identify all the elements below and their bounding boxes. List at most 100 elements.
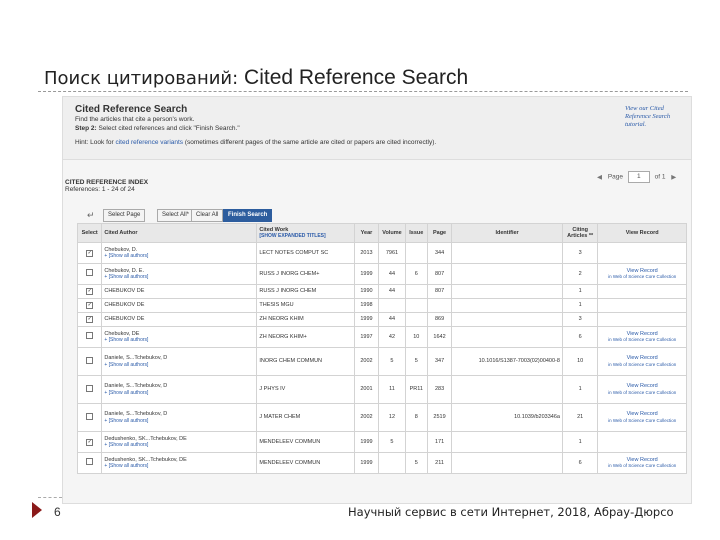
col-issue: Issue xyxy=(404,223,428,243)
citing-articles: 3 xyxy=(561,242,599,264)
citing-articles: 10 xyxy=(561,347,599,376)
tutorial-link[interactable]: View our Cited Reference Search tutorial… xyxy=(625,105,670,129)
volume: 5 xyxy=(378,431,406,453)
finish-search-button[interactable]: Finish Search xyxy=(223,209,273,222)
cited-author-cell: CHEBUKOV DE xyxy=(101,312,258,327)
show-all-authors-link[interactable]: + [Show all authors] xyxy=(104,337,254,344)
show-all-authors-link[interactable]: + [Show all authors] xyxy=(104,253,254,260)
show-all-authors-link[interactable]: + [Show all authors] xyxy=(104,274,254,281)
table-row: Daniele, S...Tchebukov, D + [Show all aut… xyxy=(76,403,687,432)
identifier xyxy=(451,375,563,404)
cited-author-cell: Dedushenko, SK...Tchebukov, DE + [Show al… xyxy=(101,452,258,474)
select-cell: ✓ xyxy=(76,298,103,313)
table-row: Daniele, S...Tchebukov, D + [Show all aut… xyxy=(76,347,687,376)
citing-articles: 1 xyxy=(561,431,599,453)
year: 1998 xyxy=(353,298,380,313)
select-cell xyxy=(76,403,103,432)
page: 2519 xyxy=(426,403,453,432)
slide-title: Поиск цитирований: Cited Reference Searc… xyxy=(44,66,468,90)
select-checkbox[interactable] xyxy=(86,332,94,340)
view-record-cell xyxy=(597,431,687,453)
view-record-sub: in Web of Science Core Collection xyxy=(608,361,677,367)
hint-line: Hint: Look for cited reference variants … xyxy=(75,139,436,146)
hint-pre: Hint: Look for xyxy=(75,139,114,146)
volume: 42 xyxy=(378,326,406,348)
year: 1999 xyxy=(353,431,380,453)
index-refs: References: 1 - 24 of 24 xyxy=(65,186,135,193)
citing-articles: 3 xyxy=(561,312,599,327)
page-input[interactable]: 1 xyxy=(627,171,650,183)
volume: 7961 xyxy=(378,242,406,264)
table-row: Dedushenko, SK...Tchebukov, DE + [Show al… xyxy=(76,452,687,474)
issue: 8 xyxy=(404,403,428,432)
col-year: Year xyxy=(353,223,380,243)
select-all-button[interactable]: Select All* xyxy=(157,209,195,222)
cited-work: ZH NEORG KHIM xyxy=(256,312,355,327)
view-record-sub: in Web of Science Core Collection xyxy=(608,417,677,423)
col-identifier: Identifier xyxy=(451,223,563,243)
col-view-record: View Record xyxy=(597,223,687,243)
step-label: Step 2: xyxy=(75,125,97,132)
select-checkbox[interactable]: ✓ xyxy=(86,288,94,295)
search-title: Cited Reference Search xyxy=(75,104,188,115)
table-header-row: Select Cited Author Cited Work [SHOW EXP… xyxy=(76,223,687,243)
page: 807 xyxy=(426,263,453,285)
clear-all-button[interactable]: Clear All xyxy=(191,209,224,222)
select-checkbox[interactable] xyxy=(86,269,94,277)
select-checkbox[interactable]: ✓ xyxy=(86,302,94,309)
view-record-cell xyxy=(597,312,687,327)
citing-articles: 1 xyxy=(561,375,599,404)
select-checkbox[interactable]: ✓ xyxy=(86,249,94,257)
index-title: CITED REFERENCE INDEX xyxy=(65,179,149,186)
select-checkbox[interactable]: ✓ xyxy=(86,316,94,323)
cited-work: RUSS J INORG CHEM xyxy=(256,284,355,299)
year: 1990 xyxy=(353,284,380,299)
col-volume: Volume xyxy=(378,223,406,243)
cited-work: MENDELEEV COMMUN xyxy=(256,431,355,453)
footer-text: Научный сервис в сети Интернет, 2018, Аб… xyxy=(348,505,674,519)
identifier xyxy=(451,431,563,453)
view-record-cell: View Record in Web of Science Core Collec… xyxy=(597,326,687,348)
select-cell xyxy=(76,326,103,348)
prev-page-icon[interactable]: ◀ xyxy=(597,174,602,181)
citing-articles: 21 xyxy=(561,403,599,432)
show-all-authors-link[interactable]: + [Show all authors] xyxy=(104,362,254,369)
cited-work: INORG CHEM COMMUN xyxy=(256,347,355,376)
tutorial-line-1: View our Cited xyxy=(625,105,664,112)
select-checkbox[interactable]: ✓ xyxy=(86,438,94,446)
volume xyxy=(378,298,406,313)
cited-author-cell: Chebukov, D. + [Show all authors] xyxy=(101,242,258,264)
view-record-cell: View Record in Web of Science Core Collec… xyxy=(597,403,687,432)
show-all-authors-link[interactable]: + [Show all authors] xyxy=(104,442,254,449)
citing-articles: 2 xyxy=(561,263,599,285)
col-page: Page xyxy=(426,223,453,243)
page: 1642 xyxy=(426,326,453,348)
select-checkbox[interactable] xyxy=(86,458,94,466)
cited-work: RUSS J INORG CHEM+ xyxy=(256,263,355,285)
hint-link[interactable]: cited reference variants xyxy=(115,139,183,146)
select-checkbox[interactable] xyxy=(86,412,94,420)
select-cell: ✓ xyxy=(76,431,103,453)
year: 2013 xyxy=(353,242,380,264)
show-expanded-titles-link[interactable]: [SHOW EXPANDED TITLES] xyxy=(259,233,351,240)
show-all-authors-link[interactable]: + [Show all authors] xyxy=(104,390,254,397)
select-checkbox[interactable] xyxy=(86,356,94,364)
search-subtitle: Find the articles that cite a person's w… xyxy=(75,116,195,123)
citing-articles: 6 xyxy=(561,326,599,348)
hint-post: (sometimes different pages of the same a… xyxy=(184,139,437,146)
year: 1999 xyxy=(353,263,380,285)
select-page-button[interactable]: Select Page xyxy=(103,209,146,222)
next-page-icon[interactable]: ▶ xyxy=(671,174,676,181)
table-row: Chebukov, DE + [Show all authors] ZH NEORG… xyxy=(76,326,687,348)
show-all-authors-link[interactable]: + [Show all authors] xyxy=(104,418,254,425)
cited-work: J PHYS IV xyxy=(256,375,355,404)
page: 344 xyxy=(426,242,453,264)
show-all-authors-link[interactable]: + [Show all authors] xyxy=(104,463,254,470)
footer-divider xyxy=(38,497,62,498)
cited-work: ZH NEORG KHIM+ xyxy=(256,326,355,348)
year: 2002 xyxy=(353,403,380,432)
volume: 12 xyxy=(378,403,406,432)
pager: ◀ Page 1 of 1 ▶ xyxy=(593,171,680,183)
view-record-cell: View Record in Web of Science Core Collec… xyxy=(597,347,687,376)
select-checkbox[interactable] xyxy=(86,384,94,392)
